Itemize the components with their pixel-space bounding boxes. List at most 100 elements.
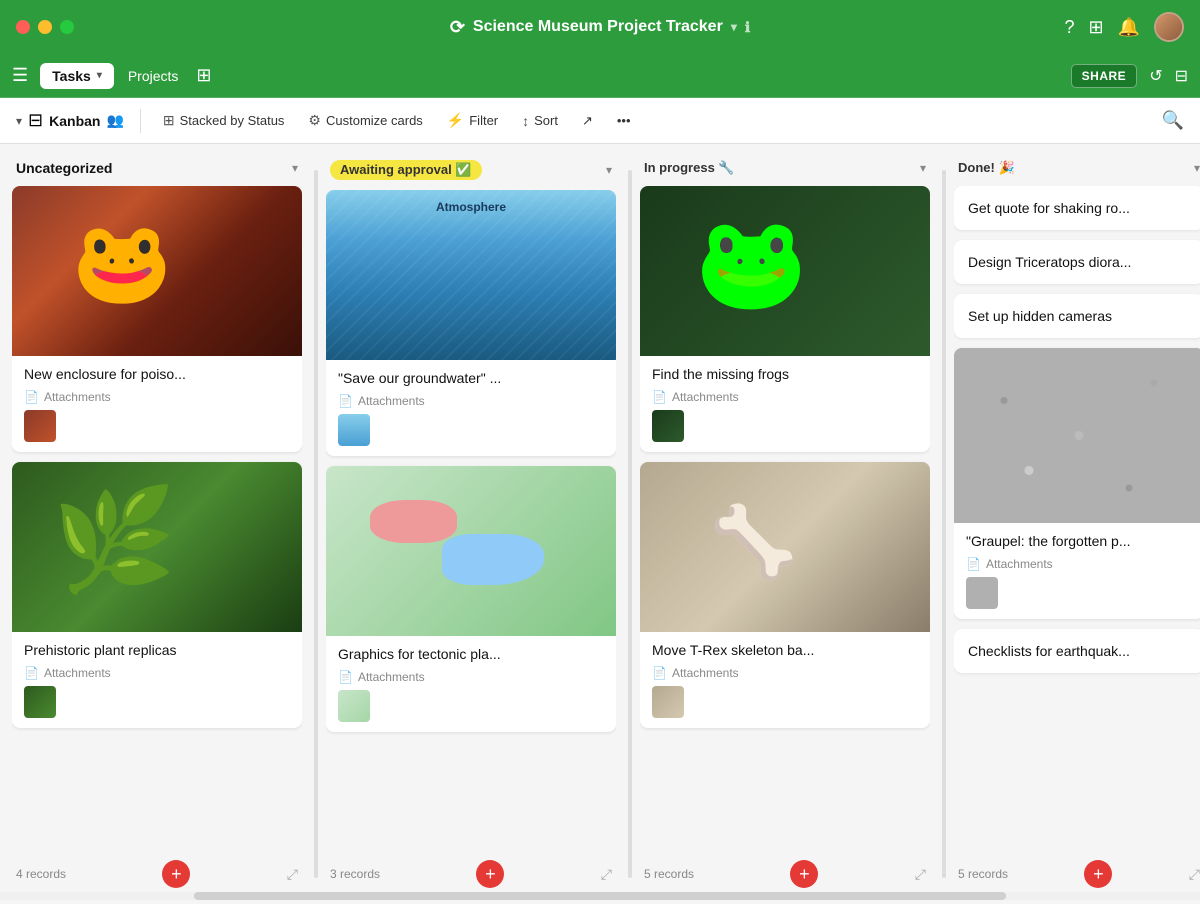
minimize-button[interactable] — [38, 20, 52, 34]
close-button[interactable] — [16, 20, 30, 34]
card-title: New enclosure for poiso... — [24, 366, 290, 382]
card-groundwater[interactable]: Atmosphere "Save our groundwater" ... 📄 … — [326, 190, 616, 456]
card-hidden-cameras[interactable]: Set up hidden cameras — [954, 294, 1200, 338]
column-title-group: Done! 🎉 — [958, 160, 1015, 176]
card-thumbnail — [24, 686, 56, 718]
kanban-collapse-icon[interactable]: ▾ — [16, 114, 22, 128]
tasks-button[interactable]: Tasks ▾ — [40, 63, 114, 89]
toolbar2-right: 🔍 — [1162, 110, 1184, 131]
hamburger-menu-icon[interactable]: ☰ — [12, 65, 28, 86]
card-body: Prehistoric plant replicas 📄 Attachments — [12, 632, 302, 728]
share-view-icon: ↗ — [582, 113, 593, 129]
layout-icon[interactable]: ⊟ — [1175, 66, 1188, 86]
card-body: Move T-Rex skeleton ba... 📄 Attachments — [640, 632, 930, 728]
card-image-plant — [12, 462, 302, 632]
refresh-icon[interactable]: ↺ — [1149, 66, 1162, 86]
card-triceratops[interactable]: Design Triceratops diora... — [954, 240, 1200, 284]
column-footer-uncategorized: 4 records + ⤢ — [12, 860, 302, 888]
title-chevron-icon[interactable]: ▾ — [731, 20, 737, 34]
card-body: "Graupel: the forgotten p... 📄 Attachmen… — [954, 523, 1200, 619]
attachment-icon: 📄 — [652, 666, 667, 680]
add-record-button[interactable]: + — [1084, 860, 1112, 888]
column-title-inprogress: In progress 🔧 — [644, 160, 735, 176]
expand-icon[interactable]: ⤢ — [601, 866, 612, 883]
card-body: Graphics for tectonic pla... 📄 Attachmen… — [326, 636, 616, 732]
card-new-enclosure[interactable]: New enclosure for poiso... 📄 Attachments — [12, 186, 302, 452]
column-header-awaiting: Awaiting approval ✅ ▾ — [326, 160, 616, 180]
share-view-button[interactable]: ↗ — [572, 108, 603, 134]
card-title: "Graupel: the forgotten p... — [966, 533, 1192, 549]
column-uncategorized: Uncategorized ▾ New enclosure for poiso.… — [12, 160, 302, 888]
column-header-uncategorized: Uncategorized ▾ — [12, 160, 302, 176]
expand-icon[interactable]: ⤢ — [1189, 866, 1200, 883]
customize-cards-button[interactable]: ⚙ Customize cards — [298, 107, 432, 134]
kanban-icon: ⊟ — [28, 110, 43, 131]
expand-icon[interactable]: ⤢ — [915, 866, 926, 883]
more-options-button[interactable]: ••• — [607, 108, 641, 133]
column-title-awaiting: Awaiting approval ✅ — [330, 160, 482, 180]
card-tectonic[interactable]: Graphics for tectonic pla... 📄 Attachmen… — [326, 466, 616, 732]
add-record-button[interactable]: + — [476, 860, 504, 888]
sort-button[interactable]: ↕ Sort — [512, 108, 568, 134]
kanban-group-icon[interactable]: 👥 — [106, 112, 123, 129]
card-thumbnail — [338, 690, 370, 722]
column-awaiting: Awaiting approval ✅ ▾ Atmosphere "Save o… — [326, 160, 616, 888]
column-header-inprogress: In progress 🔧 ▾ — [640, 160, 930, 176]
filter-label: Filter — [469, 113, 498, 128]
stack-icon: ⊞ — [163, 112, 175, 129]
tasks-chevron-icon: ▾ — [97, 70, 102, 81]
bell-icon[interactable]: 🔔 — [1118, 17, 1140, 38]
card-thumbnail — [338, 414, 370, 446]
column-title-done: Done! 🎉 — [958, 160, 1015, 176]
column-footer-inprogress: 5 records + ⤢ — [640, 860, 930, 888]
stacked-by-status-button[interactable]: ⊞ Stacked by Status — [153, 107, 295, 134]
column-done: Done! 🎉 ▾ Get quote for shaking ro... De… — [954, 160, 1200, 888]
title-bar-actions: ? ⊞ 🔔 — [1064, 12, 1184, 42]
column-collapse-icon[interactable]: ▾ — [920, 161, 926, 175]
attachment-icon: 📄 — [24, 390, 39, 404]
toolbar-row1: ☰ Tasks ▾ Projects ⊞ SHARE ↺ ⊟ — [0, 54, 1200, 98]
kanban-label[interactable]: Kanban — [49, 113, 100, 129]
cards-awaiting: Atmosphere "Save our groundwater" ... 📄 … — [326, 190, 616, 852]
card-prehistoric-plant[interactable]: Prehistoric plant replicas 📄 Attachments — [12, 462, 302, 728]
window-title: Science Museum Project Tracker — [473, 18, 723, 36]
card-title: Find the missing frogs — [652, 366, 918, 382]
column-footer-done: 5 records + ⤢ — [954, 860, 1200, 888]
card-quote-shaking[interactable]: Get quote for shaking ro... — [954, 186, 1200, 230]
expand-icon[interactable]: ⤢ — [287, 866, 298, 883]
card-image-map — [326, 466, 616, 636]
card-meta: 📄 Attachments — [652, 666, 918, 680]
column-separator — [314, 170, 318, 878]
maximize-button[interactable] — [60, 20, 74, 34]
attachment-label: Attachments — [672, 390, 739, 404]
card-checklists[interactable]: Checklists for earthquak... — [954, 629, 1200, 673]
card-graupel[interactable]: "Graupel: the forgotten p... 📄 Attachmen… — [954, 348, 1200, 619]
title-info-icon[interactable]: ℹ — [745, 19, 750, 36]
help-icon[interactable]: ? — [1064, 17, 1074, 38]
card-image-water: Atmosphere — [326, 190, 616, 360]
card-title: "Save our groundwater" ... — [338, 370, 604, 386]
filter-button[interactable]: ⚡ Filter — [437, 107, 508, 134]
attachment-label: Attachments — [358, 670, 425, 684]
card-trex[interactable]: Move T-Rex skeleton ba... 📄 Attachments — [640, 462, 930, 728]
grid-icon[interactable]: ⊞ — [1088, 17, 1103, 38]
column-separator — [942, 170, 946, 878]
horizontal-scrollbar[interactable] — [0, 892, 1200, 900]
card-meta: 📄 Attachments — [652, 390, 918, 404]
traffic-lights — [16, 20, 74, 34]
column-collapse-icon[interactable]: ▾ — [606, 163, 612, 177]
records-count: 5 records — [644, 867, 694, 881]
search-icon[interactable]: 🔍 — [1162, 110, 1184, 130]
share-button[interactable]: SHARE — [1071, 64, 1138, 88]
kanban-board: Uncategorized ▾ New enclosure for poiso.… — [0, 144, 1200, 904]
card-meta: 📄 Attachments — [24, 390, 290, 404]
add-view-button[interactable]: ⊞ — [192, 65, 215, 86]
avatar[interactable] — [1154, 12, 1184, 42]
column-collapse-icon[interactable]: ▾ — [1194, 161, 1200, 175]
add-record-button[interactable]: + — [790, 860, 818, 888]
add-record-button[interactable]: + — [162, 860, 190, 888]
column-title-group: In progress 🔧 — [644, 160, 735, 176]
column-collapse-icon[interactable]: ▾ — [292, 161, 298, 175]
projects-button[interactable]: Projects — [118, 63, 189, 89]
card-missing-frogs[interactable]: Find the missing frogs 📄 Attachments — [640, 186, 930, 452]
